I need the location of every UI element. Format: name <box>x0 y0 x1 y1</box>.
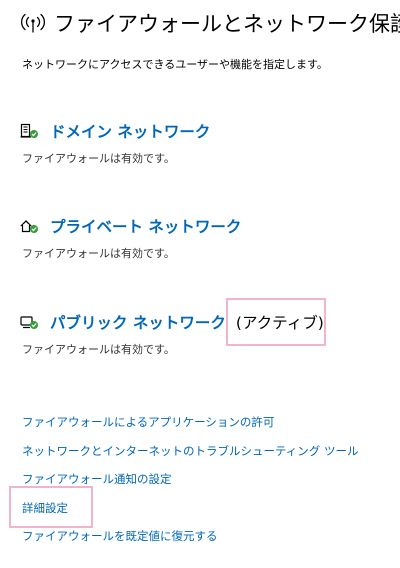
private-network-icon <box>20 220 38 233</box>
domain-network-section: ドメイン ネットワーク ファイアウォールは有効です。 <box>20 120 390 166</box>
private-network-status: ファイアウォールは有効です。 <box>22 247 175 260</box>
advanced-settings-link-wrap: 詳細設定 <box>9 485 358 529</box>
advanced-settings-highlight-box <box>9 485 93 528</box>
page-title: ファイアウォールとネットワーク保護 <box>54 12 400 36</box>
active-label: (アクティブ) <box>225 298 326 346</box>
troubleshooter-link[interactable]: ネットワークとインターネットのトラブルシューティング ツール <box>22 443 358 472</box>
firewall-network-protection-page: ファイアウォールとネットワーク保護 ネットワークにアクセスできるユーザーや機能を… <box>0 0 400 568</box>
restore-defaults-link[interactable]: ファイアウォールを既定値に復元する <box>22 528 358 557</box>
page-header: ファイアウォールとネットワーク保護 <box>20 8 400 38</box>
public-network-link[interactable]: パブリック ネットワーク <box>50 311 226 333</box>
domain-network-link[interactable]: ドメイン ネットワーク <box>50 120 210 142</box>
private-network-link[interactable]: プライベート ネットワーク <box>50 215 241 237</box>
related-links: ファイアウォールによるアプリケーションの許可 ネットワークとインターネットのトラ… <box>9 414 358 557</box>
public-network-icon <box>20 316 38 329</box>
wifi-broadcast-icon <box>21 13 45 33</box>
public-network-status: ファイアウォールは有効です。 <box>22 343 175 356</box>
active-highlight-box <box>225 298 326 346</box>
domain-network-icon <box>20 123 38 138</box>
allow-app-link[interactable]: ファイアウォールによるアプリケーションの許可 <box>22 414 358 443</box>
public-network-section: パブリック ネットワーク (アクティブ) ファイアウォールは有効です。 <box>20 298 390 357</box>
private-network-section: プライベート ネットワーク ファイアウォールは有効です。 <box>20 215 390 261</box>
domain-network-status: ファイアウォールは有効です。 <box>22 152 175 165</box>
page-subtitle: ネットワークにアクセスできるユーザーや機能を指定します。 <box>22 58 328 71</box>
